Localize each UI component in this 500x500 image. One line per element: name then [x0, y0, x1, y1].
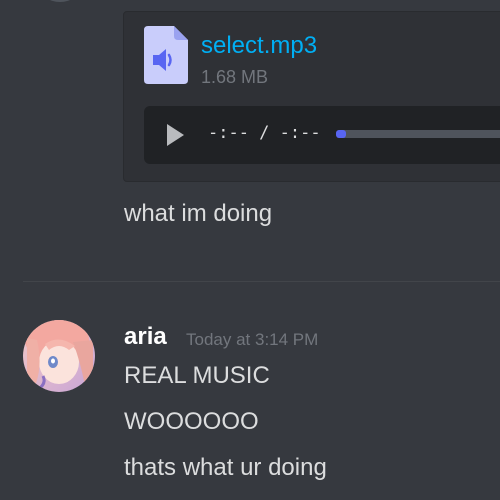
message-line-3: thats what ur doing: [124, 454, 327, 481]
audio-file-icon: [144, 26, 188, 84]
message-author[interactable]: aria: [124, 323, 167, 351]
audio-player: -:-- / -:--: [144, 106, 500, 164]
avatar[interactable]: [23, 320, 95, 392]
play-icon: [167, 124, 184, 146]
time-display: -:-- / -:--: [208, 123, 321, 143]
message-line-1: REAL MUSIC: [124, 362, 270, 389]
message-timestamp: Today at 3:14 PM: [186, 330, 319, 349]
message-divider: [23, 281, 500, 282]
previous-message-text: what im doing: [124, 200, 273, 227]
file-name-link[interactable]: select.mp3: [201, 32, 317, 60]
message-line-2: WOOOOOO: [124, 408, 259, 435]
file-size: 1.68 MB: [201, 67, 269, 87]
progress-bar[interactable]: [336, 130, 500, 138]
progress-thumb[interactable]: [336, 130, 346, 138]
chat-area: select.mp3 1.68 MB -:-- / -:-- what im d…: [0, 0, 500, 500]
audio-attachment: select.mp3 1.68 MB -:-- / -:--: [123, 11, 500, 182]
avatar-image: [23, 320, 95, 392]
play-button[interactable]: [160, 120, 190, 150]
previous-avatar[interactable]: [40, 0, 80, 2]
